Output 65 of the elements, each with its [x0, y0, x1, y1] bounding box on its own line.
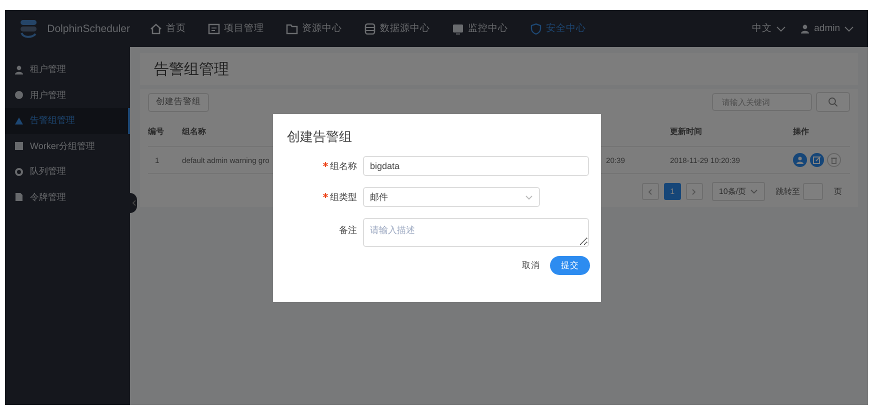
field-label: 组类型	[330, 190, 357, 204]
column-header: 组名称	[182, 126, 206, 136]
page-size-select[interactable]: 10条/页	[712, 182, 765, 201]
nav-item[interactable]: 资源中心	[286, 22, 342, 35]
text-field[interactable]: bigdata	[363, 156, 589, 176]
language-menu[interactable]: 中文	[752, 22, 786, 35]
trash-icon	[831, 156, 837, 164]
select-field[interactable]: 邮件	[363, 187, 540, 207]
collapse-handle[interactable]	[130, 193, 137, 213]
delete-button[interactable]	[827, 153, 841, 167]
ring-icon	[14, 166, 24, 177]
sidebar-item[interactable]: 告警组管理	[5, 108, 130, 134]
sidebar-item[interactable]: 用户管理	[5, 82, 130, 108]
folder-icon	[286, 22, 298, 34]
square-icon	[14, 141, 24, 152]
column-header: 编号	[148, 126, 164, 136]
chevron-down-icon	[525, 194, 533, 200]
previous-page-button[interactable]	[642, 183, 659, 200]
shield-icon	[530, 22, 542, 34]
jump-label: 跳转至	[776, 186, 800, 197]
sidebar-item[interactable]: Worker分组管理	[5, 134, 130, 159]
chevron-down-icon	[844, 26, 854, 32]
description-field[interactable]: 请输入描述	[363, 218, 589, 247]
column-header: 更新时间	[670, 126, 702, 136]
chevron-right-icon	[692, 188, 696, 194]
app-name: DolphinScheduler	[47, 22, 130, 34]
chevron-down-icon	[776, 26, 786, 32]
next-page-button[interactable]	[686, 183, 703, 200]
edit-button[interactable]	[810, 153, 824, 167]
sidebar-item[interactable]: 令牌管理	[5, 184, 130, 210]
create-button[interactable]: 创建告警组	[148, 92, 209, 112]
chevron-left-icon	[132, 200, 136, 206]
info-icon	[14, 90, 24, 100]
edit-icon	[813, 156, 821, 164]
submit-button[interactable]: 提交	[550, 256, 590, 275]
nav-item[interactable]: 监控中心	[452, 22, 508, 35]
user-menu[interactable]: admin	[800, 23, 854, 34]
board-icon	[208, 22, 220, 34]
monitor-icon	[452, 22, 464, 34]
nav-item[interactable]: 安全中心	[530, 22, 586, 35]
nav-item[interactable]: 首页	[150, 22, 186, 35]
database-icon	[364, 22, 376, 34]
triangle-icon	[14, 116, 24, 126]
sidebar-item[interactable]: 队列管理	[5, 159, 130, 184]
user-button[interactable]	[793, 153, 807, 167]
search-icon	[828, 97, 838, 107]
person-icon	[14, 64, 24, 75]
cancel-button[interactable]: 取消	[520, 258, 542, 274]
page-unit-label: 页	[834, 186, 842, 197]
document-icon	[14, 192, 24, 202]
search-button[interactable]	[816, 92, 850, 112]
person-icon	[800, 24, 810, 34]
nav-item[interactable]: 数据源中心	[364, 22, 430, 35]
chevron-left-icon	[648, 188, 652, 194]
field-label: 组名称	[330, 160, 357, 172]
field-label: 备注	[339, 224, 357, 237]
sidebar-item[interactable]: 租户管理	[5, 57, 130, 82]
column-header: 操作	[793, 126, 809, 136]
dialog-title: 创建告警组	[287, 128, 353, 146]
home-icon	[150, 22, 162, 34]
nav-item[interactable]: 项目管理	[208, 22, 264, 35]
page-title: 告警组管理	[154, 60, 229, 78]
chevron-down-icon	[750, 189, 758, 194]
page-button[interactable]: 1	[664, 183, 681, 200]
person-icon	[796, 156, 804, 164]
